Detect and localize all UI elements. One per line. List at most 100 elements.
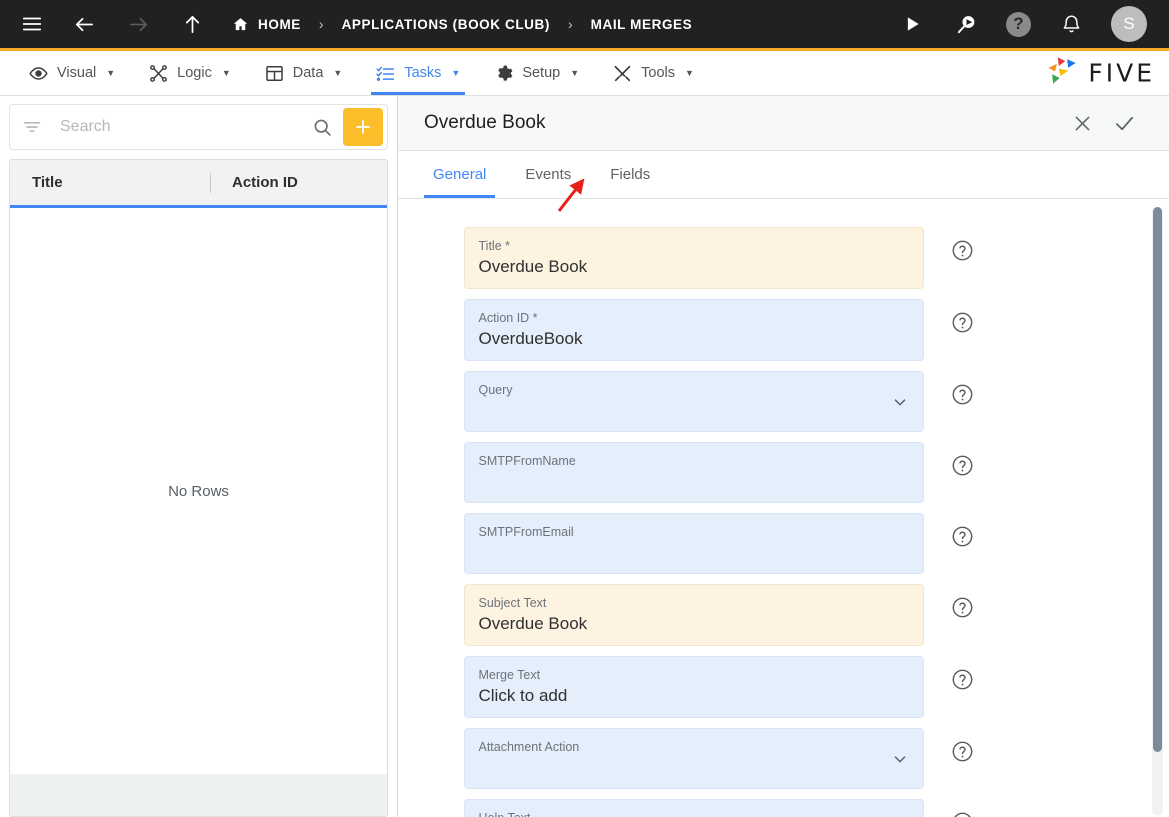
- eye-icon: [29, 64, 48, 83]
- tab-label: Events: [525, 166, 572, 183]
- field-value: [479, 540, 909, 564]
- field-attachment-action[interactable]: Attachment Action: [463, 728, 924, 789]
- application-menu-bar: Visual ▼ Logic ▼ Data ▼ Tasks ▼ Setup ▼ …: [0, 51, 1169, 96]
- field-row: Action ID * OverdueBook: [463, 299, 1104, 361]
- five-logo-icon: [1046, 56, 1079, 91]
- field-value: [479, 398, 909, 422]
- field-action-id[interactable]: Action ID * OverdueBook: [463, 299, 924, 361]
- empty-state-message: No Rows: [168, 482, 229, 500]
- scrollbar-thumb[interactable]: [1153, 207, 1162, 752]
- chevron-down-icon: ▼: [106, 68, 116, 78]
- arrow-left-icon[interactable]: [70, 10, 98, 38]
- help-circle-icon[interactable]: [951, 525, 974, 548]
- menu-item-tools[interactable]: Tools ▼: [596, 51, 711, 95]
- chevron-down-icon: ▼: [451, 68, 461, 78]
- records-grid: Title Action ID No Rows: [9, 159, 388, 817]
- tab-events[interactable]: Events: [514, 151, 582, 198]
- breadcrumb-area: HOME › APPLICATIONS (BOOK CLUB) › MAIL M…: [18, 10, 898, 38]
- tab-general[interactable]: General: [422, 151, 497, 198]
- help-icon[interactable]: ?: [1006, 11, 1031, 37]
- field-row: SMTPFromName: [463, 442, 1104, 503]
- menu-item-logic[interactable]: Logic ▼: [132, 51, 248, 95]
- menu-item-label: Visual: [57, 65, 97, 81]
- notifications-bell-icon[interactable]: [1057, 10, 1085, 38]
- field-value: OverdueBook: [478, 329, 583, 348]
- chevron-down-icon: ▼: [333, 68, 343, 78]
- field-row: Subject Text Overdue Book: [463, 584, 1104, 646]
- tab-label: General: [433, 166, 487, 183]
- close-icon[interactable]: [1061, 102, 1103, 144]
- form-scroll-area: Title * Overdue Book Action ID * Overdue…: [398, 199, 1169, 817]
- help-circle-icon[interactable]: [951, 596, 974, 619]
- form-fields: Title * Overdue Book Action ID * Overdue…: [398, 199, 1169, 817]
- avatar-initial: S: [1123, 14, 1135, 33]
- menu-item-label: Tools: [641, 65, 675, 81]
- field-label: Title *: [478, 239, 511, 253]
- field-smtp-from-name[interactable]: SMTPFromName: [463, 442, 924, 503]
- search-icon[interactable]: [302, 117, 343, 138]
- breadcrumb-item-home[interactable]: HOME: [232, 16, 301, 33]
- field-label: Merge Text: [478, 668, 541, 682]
- tab-label: Fields: [610, 166, 651, 183]
- chevron-down-icon: ▼: [685, 68, 694, 78]
- breadcrumb-label: APPLICATIONS (BOOK CLUB): [341, 16, 550, 32]
- help-circle-icon[interactable]: [951, 668, 974, 691]
- field-label: Help Text: [479, 810, 909, 817]
- page-title: Overdue Book: [424, 112, 546, 133]
- help-circle-icon[interactable]: [951, 239, 974, 262]
- search-input[interactable]: [42, 117, 302, 137]
- breadcrumb-item-applications[interactable]: APPLICATIONS (BOOK CLUB): [342, 17, 550, 32]
- field-row: Attachment Action: [463, 728, 1104, 789]
- grid-body: No Rows: [10, 208, 387, 774]
- tab-fields[interactable]: Fields: [599, 151, 661, 198]
- chevron-down-icon[interactable]: [891, 393, 909, 411]
- filter-icon[interactable]: [22, 117, 42, 137]
- avatar[interactable]: S: [1111, 6, 1147, 42]
- menu-item-visual[interactable]: Visual ▼: [12, 51, 132, 95]
- records-sidebar: + Title Action ID No Rows: [0, 96, 398, 817]
- help-circle-icon[interactable]: [951, 454, 974, 477]
- top-navigation-bar: HOME › APPLICATIONS (BOOK CLUB) › MAIL M…: [0, 0, 1169, 48]
- help-circle-icon[interactable]: [951, 811, 974, 817]
- field-row: Query: [463, 371, 1104, 432]
- field-value: [479, 755, 909, 779]
- help-circle-icon[interactable]: [951, 311, 974, 334]
- help-circle-icon[interactable]: [951, 740, 974, 763]
- chevron-down-icon[interactable]: [891, 750, 909, 768]
- breadcrumb-label: HOME: [258, 16, 301, 32]
- field-label: Action ID *: [478, 311, 538, 325]
- vertical-scrollbar[interactable]: [1152, 207, 1163, 815]
- search-play-icon[interactable]: [952, 10, 980, 38]
- chevron-down-icon: ▼: [570, 68, 580, 78]
- field-title[interactable]: Title * Overdue Book: [463, 227, 924, 289]
- field-row: Title * Overdue Book: [463, 227, 1104, 289]
- breadcrumb-item-mail-merges[interactable]: MAIL MERGES: [591, 17, 693, 32]
- field-merge-text[interactable]: Merge Text Click to add: [463, 656, 924, 718]
- field-value: Click to add: [478, 686, 568, 705]
- add-record-button[interactable]: +: [343, 108, 383, 146]
- column-header-title[interactable]: Title: [10, 174, 210, 191]
- help-circle-icon[interactable]: [951, 383, 974, 406]
- add-button-label: +: [355, 111, 371, 142]
- field-smtp-from-email[interactable]: SMTPFromEmail: [463, 513, 924, 574]
- field-subject-text[interactable]: Subject Text Overdue Book: [463, 584, 924, 646]
- menu-item-label: Logic: [177, 65, 212, 81]
- run-icon[interactable]: [898, 10, 926, 38]
- field-query[interactable]: Query: [463, 371, 924, 432]
- arrow-up-icon[interactable]: [178, 10, 206, 38]
- grid-footer: [10, 774, 387, 816]
- field-row: Merge Text Click to add: [463, 656, 1104, 718]
- field-row: Help Text Click to add: [463, 799, 1104, 817]
- hamburger-menu-icon[interactable]: [18, 10, 46, 38]
- field-label: SMTPFromName: [478, 454, 576, 468]
- menu-item-tasks[interactable]: Tasks ▼: [359, 51, 477, 95]
- menu-item-setup[interactable]: Setup ▼: [477, 51, 596, 95]
- tools-icon: [613, 64, 632, 83]
- field-help-text[interactable]: Help Text Click to add: [463, 799, 924, 817]
- topbar-actions: ? S: [898, 6, 1155, 42]
- menu-item-data[interactable]: Data ▼: [248, 51, 360, 95]
- column-header-action-id[interactable]: Action ID: [210, 174, 387, 191]
- detail-header: Overdue Book: [398, 96, 1169, 151]
- confirm-check-icon[interactable]: [1103, 102, 1145, 144]
- menu-item-label: Data: [292, 65, 324, 81]
